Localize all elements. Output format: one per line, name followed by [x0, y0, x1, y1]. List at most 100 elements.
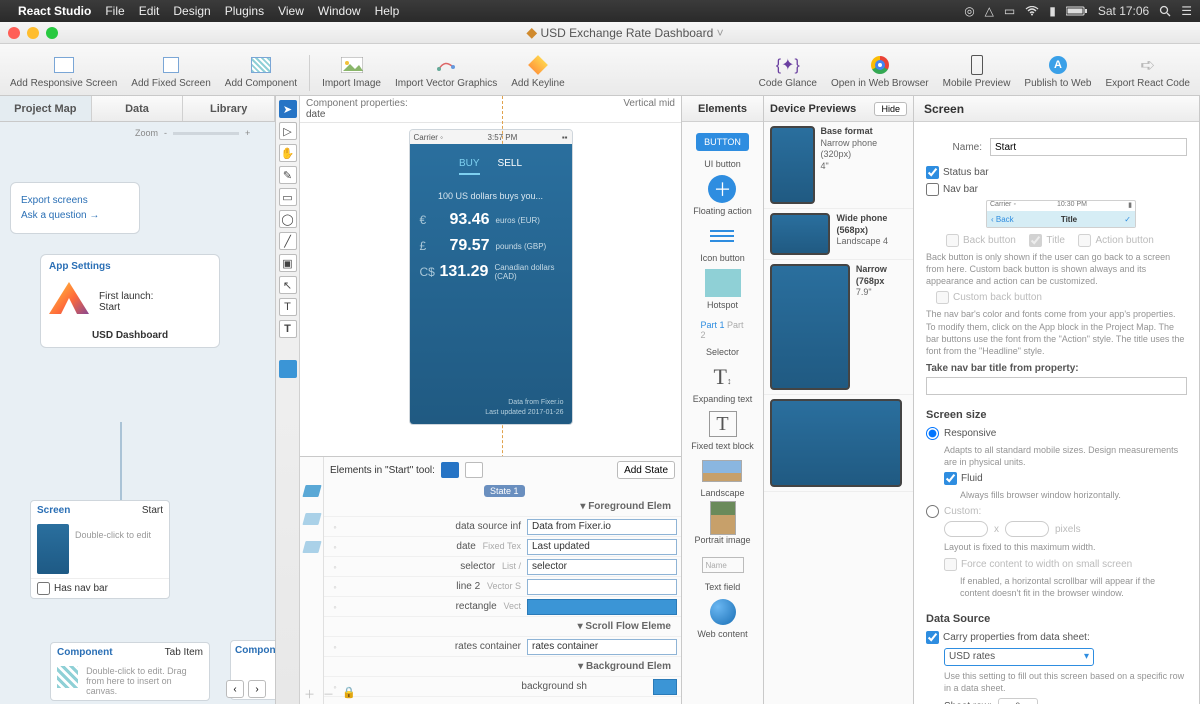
tool-select-icon[interactable]: ➤ — [279, 100, 297, 118]
hier-field-date[interactable]: Last updated — [527, 539, 677, 555]
hier-field-selector[interactable]: selector — [527, 559, 677, 575]
import-image-button[interactable]: Import Image — [318, 52, 385, 91]
tray-display-icon[interactable]: ▭ — [1004, 4, 1015, 18]
tool-pen-icon[interactable]: ✎ — [279, 166, 297, 184]
tray-flag-icon[interactable]: ▮ — [1049, 4, 1056, 18]
open-browser-button[interactable]: Open in Web Browser — [827, 52, 933, 91]
import-vector-button[interactable]: Import Vector Graphics — [391, 52, 501, 91]
mobile-preview-button[interactable]: Mobile Preview — [939, 52, 1015, 91]
export-screens-link[interactable]: Export screens — [21, 195, 129, 206]
add-component-button[interactable]: Add Component — [221, 52, 301, 91]
add-responsive-screen-button[interactable]: Add Responsive Screen — [6, 52, 121, 91]
nav-bar-checkbox[interactable] — [926, 183, 939, 196]
state-1-pill[interactable]: State 1 — [484, 485, 525, 497]
hier-field-line2[interactable] — [527, 579, 677, 595]
element-selector[interactable]: Part 1 Part 2Selector — [701, 316, 745, 357]
data-sheet-select[interactable]: USD rates▾ — [944, 648, 1094, 666]
hide-previews-button[interactable]: Hide — [874, 102, 907, 116]
element-text-field[interactable]: NameText field — [701, 551, 745, 592]
carry-properties-checkbox[interactable] — [926, 631, 939, 644]
tray-search-icon[interactable] — [1159, 5, 1171, 17]
menu-edit[interactable]: Edit — [139, 4, 160, 18]
element-ui-button[interactable]: BUTTONUI button — [701, 128, 745, 169]
add-keyline-button[interactable]: Add Keyline — [507, 52, 568, 91]
hierarchy-page-icon[interactable] — [302, 485, 321, 497]
menu-view[interactable]: View — [278, 4, 304, 18]
hier-field-datasource[interactable]: Data from Fixer.io — [527, 519, 677, 535]
tab-library[interactable]: Library — [183, 96, 275, 121]
preview-narrow-tablet-portrait[interactable]: Narrow (768px7.9" — [764, 260, 913, 395]
add-state-button[interactable]: Add State — [617, 461, 675, 479]
hier-field-rectangle[interactable] — [527, 599, 677, 615]
element-expanding-text[interactable]: T↕Expanding text — [693, 363, 753, 404]
tool-line-icon[interactable]: ╱ — [279, 232, 297, 250]
add-fixed-screen-button[interactable]: Add Fixed Screen — [127, 52, 215, 91]
tray-menu-icon[interactable]: ☰ — [1181, 4, 1192, 18]
tray-clock[interactable]: Sat 17:06 — [1098, 4, 1149, 18]
app-name[interactable]: React Studio — [18, 4, 91, 18]
screen-block-start[interactable]: ScreenStart Double-click to edit Has nav… — [30, 500, 170, 599]
menu-help[interactable]: Help — [375, 4, 400, 18]
tool-rect-icon[interactable]: ▭ — [279, 188, 297, 206]
tray-battery-icon[interactable] — [1066, 6, 1088, 16]
hier-field-rates[interactable]: rates container — [527, 639, 677, 655]
tab-project-map[interactable]: Project Map — [0, 96, 92, 121]
nav-title-property-input[interactable] — [926, 377, 1187, 395]
ask-question-link[interactable]: Ask a question → — [21, 210, 129, 221]
tray-wifi-icon[interactable] — [1025, 6, 1039, 16]
phone-tab-buy[interactable]: BUY — [459, 154, 480, 175]
tray-cc-icon[interactable]: ◎ — [964, 4, 974, 18]
menu-window[interactable]: Window — [318, 4, 361, 18]
tool-hand-icon[interactable]: ✋ — [279, 144, 297, 162]
screen-name-input[interactable] — [990, 138, 1187, 156]
status-bar-checkbox[interactable] — [926, 166, 939, 179]
tool-direct-icon[interactable]: ▷ — [279, 122, 297, 140]
tool-image-icon[interactable]: ▣ — [279, 254, 297, 272]
element-floating-action[interactable]: ＋Floating action — [693, 175, 752, 216]
minimize-icon[interactable] — [27, 27, 39, 39]
app-settings-block[interactable]: App Settings First launch:Start USD Dash… — [40, 254, 220, 348]
tab-data[interactable]: Data — [92, 96, 184, 121]
preview-narrow-tablet-landscape[interactable] — [764, 395, 913, 492]
tool-color-swatch[interactable] — [279, 360, 297, 378]
element-landscape-image[interactable]: Landscape — [700, 457, 744, 498]
custom-width-input[interactable] — [944, 521, 988, 537]
tool-ellipse-icon[interactable]: ◯ — [279, 210, 297, 228]
component-block-tabitem[interactable]: ComponentTab Item Double-click to edit. … — [50, 642, 210, 701]
element-web-content[interactable]: Web content — [697, 598, 747, 639]
element-fixed-text[interactable]: TFixed text block — [691, 410, 754, 451]
tray-drive-icon[interactable]: △ — [985, 4, 994, 18]
close-icon[interactable] — [8, 27, 20, 39]
preview-wide-phone[interactable]: Wide phone (568px)Landscape 4 — [764, 209, 913, 260]
hier-tool-select-icon[interactable] — [441, 462, 459, 478]
menu-file[interactable]: File — [105, 4, 124, 18]
zoom-icon[interactable] — [46, 27, 58, 39]
menu-plugins[interactable]: Plugins — [225, 4, 264, 18]
fluid-checkbox[interactable] — [944, 472, 957, 485]
publish-button[interactable]: APublish to Web — [1020, 52, 1095, 91]
preview-base-format[interactable]: Base formatNarrow phone (320px)4" — [764, 122, 913, 209]
pm-prev-button[interactable]: ‹ — [226, 680, 244, 698]
custom-height-input[interactable] — [1005, 521, 1049, 537]
project-map-zoom[interactable]: Zoom-+ — [135, 128, 250, 138]
size-responsive-radio[interactable] — [926, 427, 939, 440]
hier-field-bgsh[interactable] — [653, 679, 677, 695]
menu-design[interactable]: Design — [173, 4, 210, 18]
hierarchy-page-icon[interactable] — [302, 513, 321, 525]
phone-tab-sell[interactable]: SELL — [498, 154, 522, 175]
sheet-row-stepper[interactable]: ‹ 0 › — [998, 698, 1038, 704]
tool-text-icon[interactable]: T — [279, 298, 297, 316]
tool-textbox-icon[interactable]: T — [279, 320, 297, 338]
size-custom-radio[interactable] — [926, 505, 939, 518]
hier-tool-move-icon[interactable] — [465, 462, 483, 478]
element-icon-button[interactable]: Icon button — [700, 222, 745, 263]
hier-lock-icon[interactable]: 🔒 — [342, 686, 356, 702]
tool-pointer-icon[interactable]: ↖ — [279, 276, 297, 294]
canvas-phone-preview[interactable]: Carrier ◦3:57 PM▪▪ BUY SELL 100 US dolla… — [409, 129, 573, 425]
pm-next-button[interactable]: › — [248, 680, 266, 698]
code-glance-button[interactable]: {✦}Code Glance — [755, 52, 821, 91]
export-react-button[interactable]: ➪Export React Code — [1102, 52, 1195, 91]
hier-remove-icon[interactable]: － — [324, 686, 334, 702]
element-hotspot[interactable]: Hotspot — [701, 269, 745, 310]
hierarchy-page-icon[interactable] — [302, 541, 321, 553]
